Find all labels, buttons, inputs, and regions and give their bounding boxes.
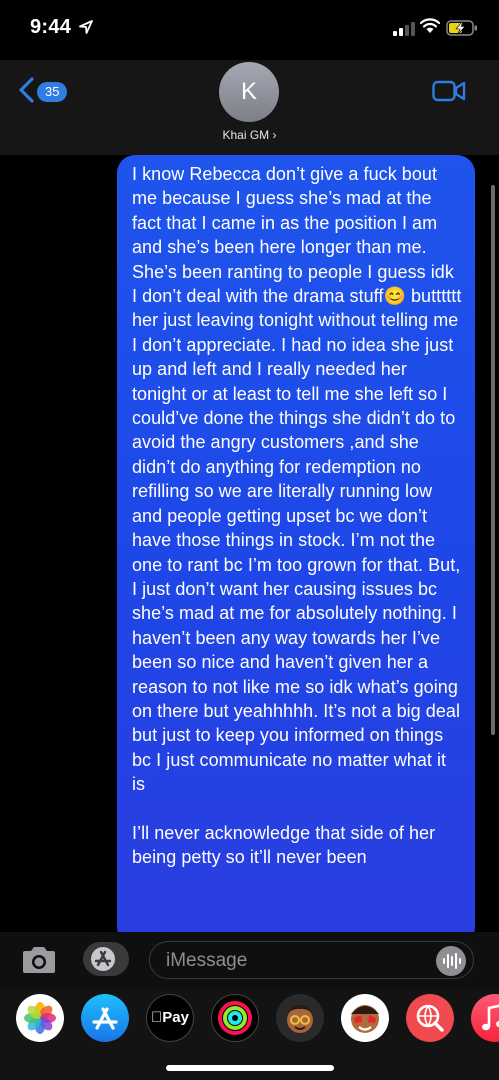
sent-message-bubble[interactable]: I know Rebecca don’t give a fuck bout me… [117,155,475,932]
message-thread[interactable]: I know Rebecca don’t give a fuck bout me… [0,155,499,932]
contact-name[interactable]: Khai GM › [0,128,499,142]
status-time: 9:44 [30,16,72,38]
cellular-signal-icon [393,22,415,36]
scrollbar[interactable] [491,185,495,735]
battery-charging-icon [446,20,477,36]
memoji-icon [286,1005,314,1033]
app-store-icon [92,1007,118,1030]
unread-count-badge[interactable]: 35 [37,82,68,102]
music-note-icon [482,1004,499,1031]
audio-message-button[interactable] [436,946,466,976]
music-app-button[interactable] [471,994,499,1042]
home-indicator[interactable] [166,1065,334,1071]
app-store-app-button[interactable] [81,994,129,1042]
compose-bar: iMessage [0,932,499,988]
contact-avatar[interactable]: K [219,62,279,122]
memoji-app-button[interactable] [276,994,324,1042]
imessage-placeholder: iMessage [166,950,248,971]
image-search-app-button[interactable] [406,994,454,1042]
message-paragraph: I’ll never acknowledge that side of her … [132,822,436,868]
activity-rings-icon [218,1001,252,1035]
imessage-input[interactable]: iMessage [149,941,474,979]
waveform-icon [443,953,461,969]
message-paragraph: I know Rebecca don’t give a fuck bout me… [132,164,462,795]
location-arrow-icon [79,20,93,34]
activity-app-button[interactable] [211,994,259,1042]
status-bar: 9:44 [0,0,499,60]
wifi-icon [420,18,440,33]
conversation-header: 35 K Khai GM › [0,60,499,156]
memoji-stickers-icon [351,1005,379,1033]
camera-icon[interactable] [20,945,58,975]
apple-pay-app-button[interactable]: Pay [146,994,194,1042]
photos-app-button[interactable] [16,994,64,1042]
globe-search-icon [416,1004,444,1032]
apple-pay-label: Pay [151,1009,189,1026]
app-store-toggle-button[interactable] [83,942,129,976]
memoji-stickers-app-button[interactable] [341,994,389,1042]
app-store-icon [91,947,115,971]
facetime-video-icon[interactable] [432,80,466,102]
photos-icon [24,1002,56,1034]
